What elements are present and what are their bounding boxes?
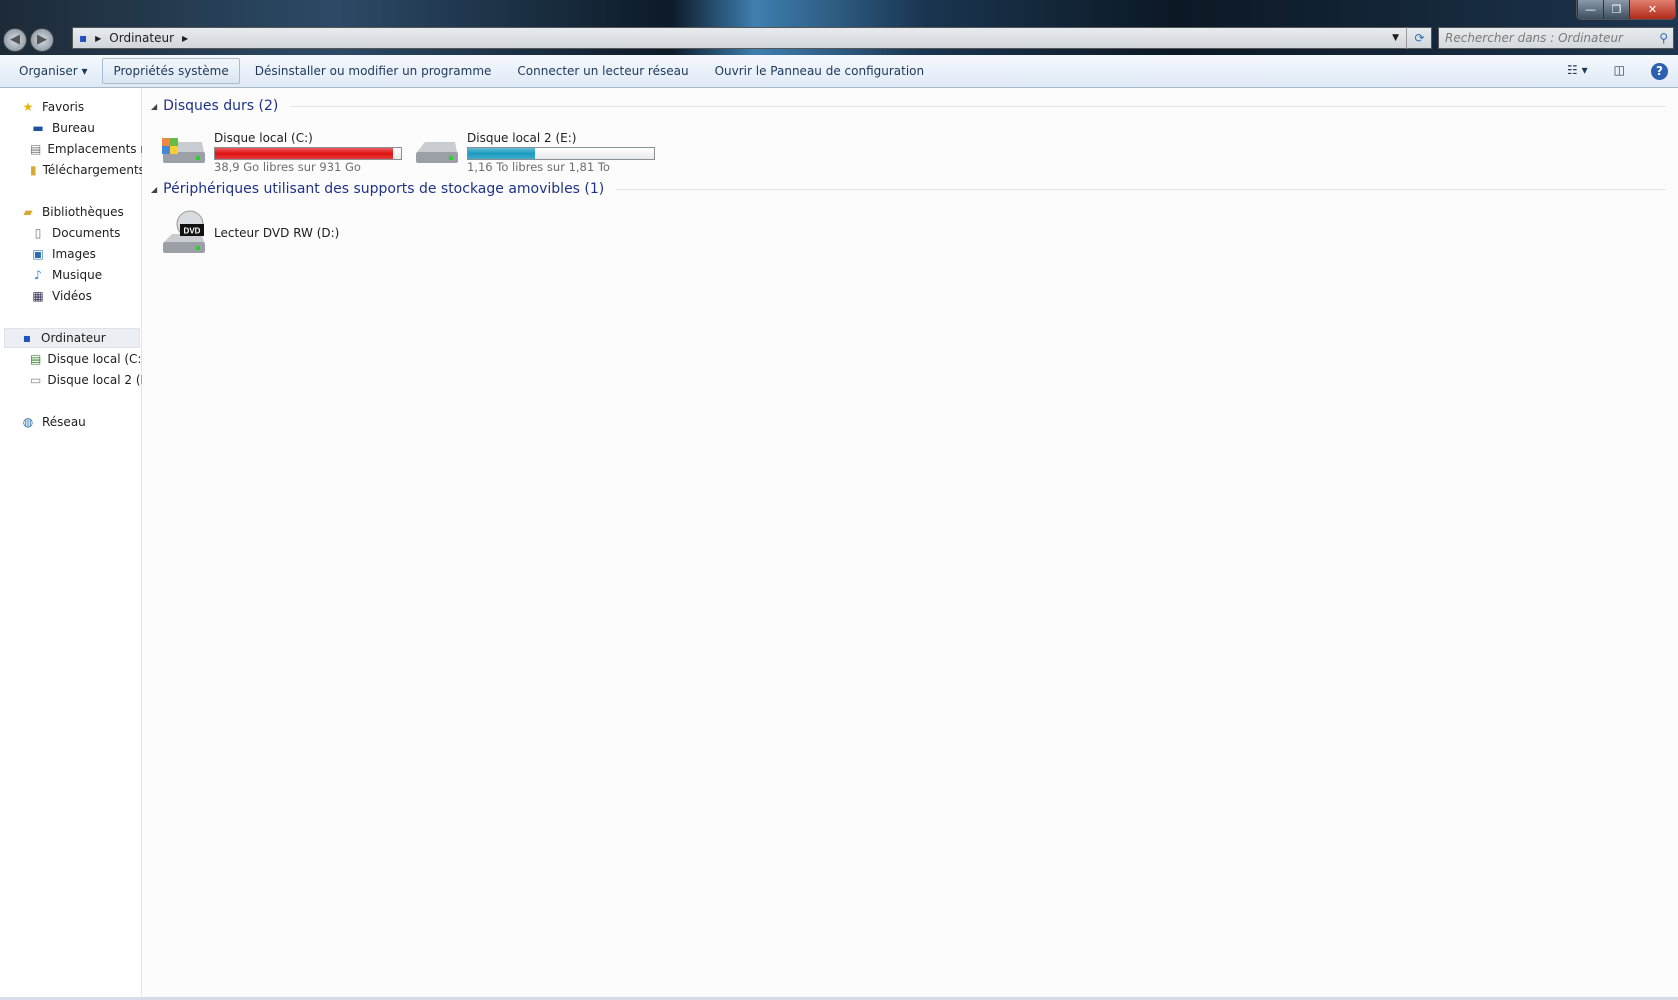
sidebar-item-downloads[interactable]: ▮ Téléchargements [30, 160, 142, 180]
dvd-drive-icon: DVD [163, 210, 205, 253]
chevron-right-icon[interactable]: ▶ [182, 34, 188, 43]
drive-name: Disque local 2 (E:) [467, 131, 577, 145]
uninstall-program-button[interactable]: Désinstaller ou modifier un programme [244, 58, 503, 84]
label: Documents [52, 226, 121, 240]
address-dropdown-icon[interactable]: ▼ [1392, 33, 1399, 43]
refresh-button[interactable]: ⟳ [1406, 27, 1432, 49]
label: Favoris [42, 100, 85, 114]
system-drive-icon [162, 138, 205, 163]
video-icon: ▦ [32, 289, 44, 303]
image-icon: ▣ [32, 247, 44, 261]
label: Ordinateur [41, 331, 106, 345]
drive-item-e[interactable]: Disque local 2 (E:) 1,16 To libres sur 1… [413, 126, 655, 174]
title-bar: — ❐ ✕ ◀ ▶ ▪ ▶ Ordinateur ▶ ▼ ⟳ Recherche… [0, 0, 1678, 55]
sidebar-item-network[interactable]: ◍ Réseau [20, 412, 86, 432]
label: Vidéos [52, 289, 92, 303]
label: Réseau [42, 415, 86, 429]
drive-icon [416, 142, 458, 163]
organize-button[interactable]: Organiser ▾ [8, 58, 98, 84]
breadcrumb-ordinateur[interactable]: Ordinateur [109, 31, 174, 45]
label: Musique [52, 268, 103, 282]
sidebar-item-documents[interactable]: ▯ Documents [30, 223, 121, 243]
drive-free-space: 1,16 To libres sur 1,81 To [467, 160, 610, 174]
window-controls: — ❐ ✕ [1576, 0, 1676, 20]
group-header-removable[interactable]: ◢ Périphériques utilisant des supports de… [151, 181, 1666, 197]
command-bar: Organiser ▾ Propriétés système Désinstal… [0, 55, 1678, 88]
collapse-icon[interactable]: ◢ [151, 185, 157, 194]
usage-bar-fill [468, 148, 535, 159]
drive-icon: ▭ [30, 373, 42, 387]
usage-bar-fill [215, 148, 394, 159]
drive-item-c[interactable]: Disque local (C:) 38,9 Go libres sur 931… [160, 126, 402, 174]
forward-button[interactable]: ▶ [30, 28, 54, 52]
label: Bureau [52, 121, 95, 135]
collapse-icon[interactable]: ◢ [151, 102, 157, 111]
label: Disque local 2 (E:) [47, 373, 142, 387]
drive-free-space: 38,9 Go libres sur 931 Go [214, 160, 361, 174]
usage-bar [467, 147, 655, 160]
dvd-badge: DVD [184, 227, 201, 236]
minimize-button[interactable]: — [1577, 0, 1603, 19]
maximize-button[interactable]: ❐ [1603, 0, 1629, 19]
map-network-drive-button[interactable]: Connecter un lecteur réseau [506, 58, 699, 84]
label: Emplacements récents [47, 142, 142, 156]
label: Images [52, 247, 96, 261]
drive-name: Disque local (C:) [214, 131, 313, 145]
sidebar-item-libraries[interactable]: ▰ Bibliothèques [20, 202, 124, 222]
label: Téléchargements [42, 163, 142, 177]
content-pane: ◢ Disques durs (2) Disque local (C:) 38,9… [143, 88, 1678, 998]
document-icon: ▯ [34, 226, 42, 240]
usage-bar [214, 147, 402, 160]
computer-icon: ▪ [22, 331, 32, 345]
close-button[interactable]: ✕ [1629, 0, 1675, 19]
control-panel-button[interactable]: Ouvrir le Panneau de configuration [704, 58, 936, 84]
libraries-icon: ▰ [23, 205, 33, 219]
system-properties-button[interactable]: Propriétés système [102, 58, 240, 84]
sidebar-item-drive-e[interactable]: ▭ Disque local 2 (E:) [30, 370, 142, 390]
group-header-hard-disks[interactable]: ◢ Disques durs (2) [151, 98, 1666, 114]
address-bar[interactable]: ▪ ▶ Ordinateur ▶ ▼ [72, 27, 1432, 49]
search-icon[interactable]: ⚲ [1659, 28, 1668, 48]
label: Disque local (C:) [47, 352, 142, 366]
divider [616, 188, 1666, 190]
desktop-icon: ▬ [32, 121, 44, 135]
search-placeholder: Rechercher dans : Ordinateur [1445, 31, 1623, 45]
sidebar-item-music[interactable]: ♪ Musique [30, 265, 102, 285]
music-icon: ♪ [34, 268, 42, 282]
sidebar-item-videos[interactable]: ▦ Vidéos [30, 286, 92, 306]
chevron-right-icon: ▶ [95, 33, 102, 43]
preview-pane-icon[interactable]: ◫ [1614, 63, 1625, 80]
drive-item-dvd[interactable]: DVD Lecteur DVD RW (D:) [160, 208, 400, 256]
sidebar-item-images[interactable]: ▣ Images [30, 244, 96, 264]
sidebar-item-drive-c[interactable]: ▤ Disque local (C:) [30, 349, 142, 369]
network-icon: ◍ [22, 415, 34, 429]
sidebar-item-recent[interactable]: ▤ Emplacements récents [30, 139, 142, 159]
star-icon: ★ [22, 100, 34, 114]
computer-icon: ▪ [79, 31, 88, 45]
help-icon[interactable]: ? [1651, 63, 1668, 80]
sidebar-item-favorites[interactable]: ★ Favoris [20, 97, 85, 117]
navigation-pane: ★ Favoris ▬ Bureau ▤ Emplacements récents ▮… [0, 88, 142, 998]
search-input[interactable]: Rechercher dans : Ordinateur ⚲ [1438, 27, 1674, 49]
group-title: Disques durs (2) [163, 98, 279, 114]
label: Bibliothèques [42, 205, 124, 219]
view-options-icon[interactable]: ☷ ▾ [1567, 63, 1588, 80]
system-drive-icon: ▤ [30, 352, 42, 366]
recent-places-icon: ▤ [30, 142, 42, 156]
drive-name: Lecteur DVD RW (D:) [214, 226, 340, 240]
back-button[interactable]: ◀ [3, 28, 27, 52]
sidebar-item-desktop[interactable]: ▬ Bureau [30, 118, 95, 138]
divider [290, 105, 1666, 107]
downloads-icon: ▮ [30, 163, 37, 177]
group-title: Périphériques utilisant des supports de … [163, 181, 605, 197]
sidebar-item-computer[interactable]: ▪ Ordinateur [4, 328, 140, 348]
